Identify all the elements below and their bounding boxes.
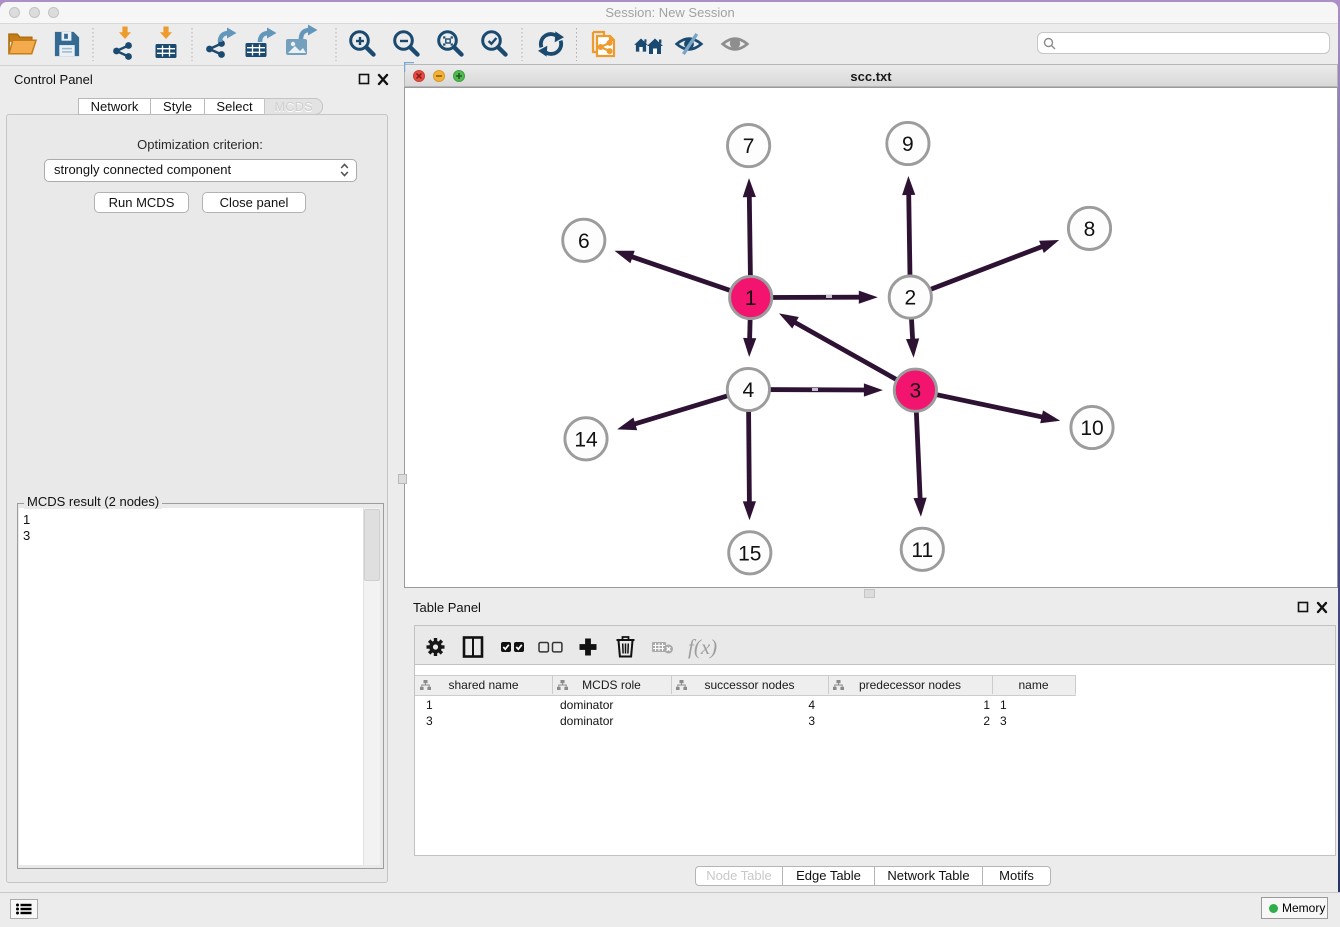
svg-text:f(x): f(x): [688, 635, 717, 659]
svg-text:9: 9: [902, 133, 914, 156]
svg-text:11: 11: [911, 539, 933, 562]
svg-text:1: 1: [745, 287, 757, 310]
svg-text:4: 4: [743, 379, 755, 402]
svg-text:3: 3: [910, 380, 922, 403]
svg-text:8: 8: [1084, 218, 1096, 241]
svg-text:6: 6: [578, 230, 590, 253]
svg-text:15: 15: [738, 542, 761, 565]
svg-text:2: 2: [904, 287, 916, 310]
svg-text:14: 14: [574, 428, 598, 451]
svg-text:7: 7: [743, 135, 755, 158]
svg-text:10: 10: [1080, 417, 1103, 440]
